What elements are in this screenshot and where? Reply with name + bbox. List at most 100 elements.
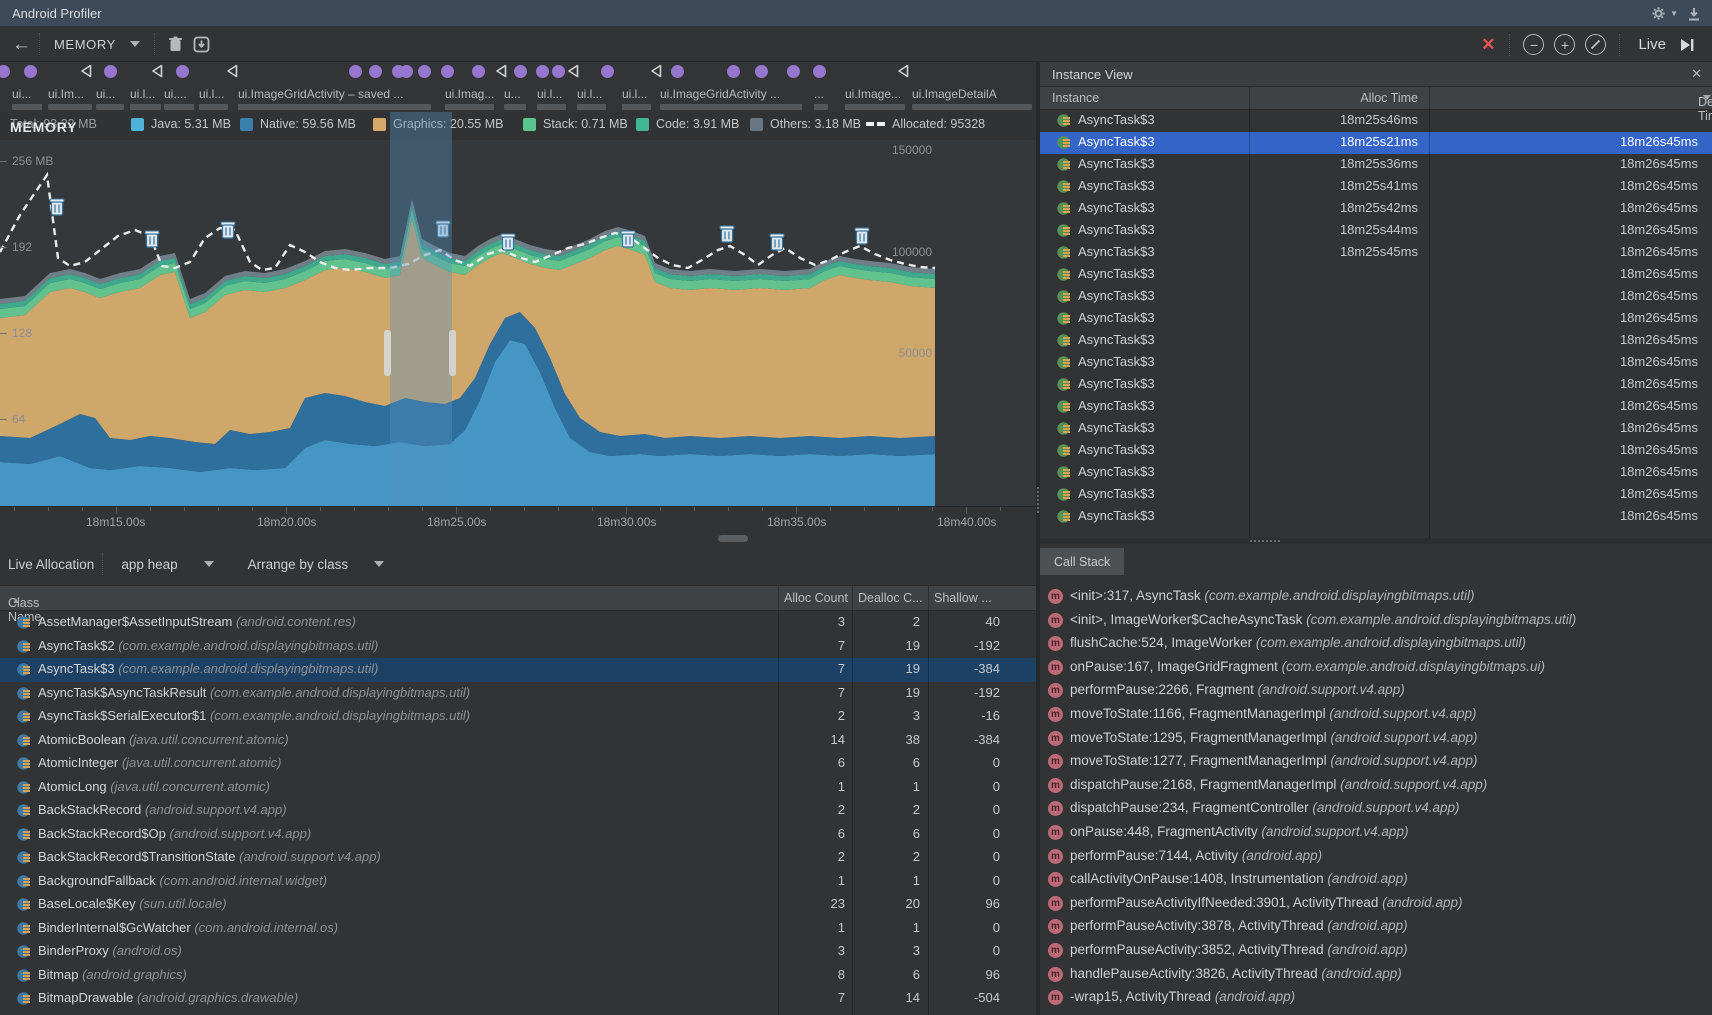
horizontal-splitter[interactable] (1040, 538, 1712, 544)
table-row[interactable]: BackgroundFallback (com.android.internal… (0, 870, 1036, 894)
call-stack-frame[interactable]: mperformPauseActivity:3878, ActivityThre… (1040, 915, 1712, 939)
call-stack-frame[interactable]: mdispatchPause:2168, FragmentManagerImpl… (1040, 774, 1712, 798)
instance-table-header[interactable]: Instance Alloc Time Dealloc Time (1040, 87, 1712, 110)
heap-dump-button[interactable] (189, 32, 215, 56)
class-icon (1056, 355, 1072, 376)
arrange-select[interactable]: Arrange by class (238, 557, 395, 572)
table-row[interactable]: AsyncTask$318m26s45ms (1040, 506, 1712, 528)
table-row[interactable]: AsyncTask$318m26s45ms (1040, 462, 1712, 484)
table-row[interactable]: AsyncTask$318m25s21ms18m26s45ms (1040, 132, 1712, 154)
class-table-header[interactable]: Class Name▲ Alloc Count Dealloc C... Sha… (0, 585, 1036, 611)
table-row[interactable]: AtomicInteger (java.util.concurrent.atom… (0, 752, 1036, 776)
table-row[interactable]: AsyncTask$318m25s44ms18m26s45ms (1040, 220, 1712, 242)
selection-handle-left[interactable] (384, 330, 391, 376)
call-stack-frame[interactable]: mperformPauseActivityIfNeeded:3901, Acti… (1040, 892, 1712, 916)
table-row[interactable]: AsyncTask$318m26s45ms (1040, 352, 1712, 374)
activity-lifetime-bar (12, 104, 42, 110)
call-stack-frame[interactable]: monPause:448, FragmentActivity (android.… (1040, 821, 1712, 845)
table-row[interactable]: AsyncTask$318m26s45ms (1040, 330, 1712, 352)
activity-lifetime-bar (238, 104, 431, 110)
call-stack-frame[interactable]: mflushCache:524, ImageWorker (com.exampl… (1040, 632, 1712, 656)
zoom-out-button[interactable]: − (1523, 34, 1544, 55)
table-row[interactable]: AsyncTask$318m26s45ms (1040, 264, 1712, 286)
call-stack-frame[interactable]: m<init>:317, AsyncTask (com.example.andr… (1040, 585, 1712, 609)
x-axis-tick (796, 507, 797, 514)
gc-trash-button[interactable] (163, 32, 189, 56)
table-row[interactable]: BackStackRecord$Op (android.support.v4.a… (0, 823, 1036, 847)
touch-event-dot (104, 65, 117, 78)
call-stack-frame[interactable]: m-wrap15, ActivityThread (android.app) (1040, 986, 1712, 1010)
call-stack-frame[interactable]: mperformPause:7144, Activity (android.ap… (1040, 845, 1712, 869)
activity-label: u... (504, 87, 521, 102)
gc-event-icon (221, 222, 235, 238)
download-icon[interactable] (1686, 6, 1702, 22)
call-stack-frame[interactable]: mperformPauseActivity:3852, ActivityThre… (1040, 939, 1712, 963)
call-stack-frame[interactable]: monPause:167, ImageGridFragment (com.exa… (1040, 656, 1712, 680)
shallow-size-cell: 0 (940, 802, 1000, 817)
gear-icon[interactable] (1650, 6, 1666, 22)
instance-name-cell: AsyncTask$3 (1078, 134, 1155, 149)
call-stack-frame[interactable]: mperformPause:2266, Fragment (android.su… (1040, 679, 1712, 703)
table-row[interactable]: BinderProxy (android.os)330 (0, 940, 1036, 964)
timeline-scrollbar-thumb[interactable] (718, 535, 748, 542)
table-row[interactable]: AsyncTask$318m26s45ms (1040, 440, 1712, 462)
table-row[interactable]: AssetManager$AssetInputStream (android.c… (0, 611, 1036, 635)
table-row[interactable]: AsyncTask$318m26s45ms (1040, 286, 1712, 308)
table-row[interactable]: BitmapDrawable (android.graphics.drawabl… (0, 987, 1036, 1011)
call-stack-frame[interactable]: m<init>, ImageWorker$CacheAsyncTask (com… (1040, 609, 1712, 633)
close-icon[interactable]: ✕ (1691, 66, 1702, 82)
table-row[interactable]: AsyncTask$318m26s45ms (1040, 374, 1712, 396)
dealloc-time-cell: 18m26s45ms (1620, 332, 1698, 347)
table-row[interactable]: AsyncTask$318m26s45ms (1040, 396, 1712, 418)
heap-select[interactable]: app heap (111, 557, 223, 572)
instance-name-cell: AsyncTask$3 (1078, 376, 1155, 391)
selection-handle-right[interactable] (449, 330, 456, 376)
table-row[interactable]: BackStackRecord (android.support.v4.app)… (0, 799, 1036, 823)
call-stack-frame[interactable]: mmoveToState:1277, FragmentManagerImpl (… (1040, 750, 1712, 774)
method-icon: m (1048, 801, 1063, 816)
table-row[interactable]: AsyncTask$318m26s45ms (1040, 418, 1712, 440)
table-row[interactable]: AsyncTask$318m25s36ms18m26s45ms (1040, 154, 1712, 176)
table-row[interactable]: AsyncTask$318m25s45ms18m26s45ms (1040, 242, 1712, 264)
dealloc-time-cell: 18m26s45ms (1620, 508, 1698, 523)
call-stack-frame[interactable]: mdispatchPause:234, FragmentController (… (1040, 797, 1712, 821)
call-stack-frame[interactable]: mcallActivityOnPause:1408, Instrumentati… (1040, 868, 1712, 892)
live-button[interactable]: Live (1638, 36, 1666, 53)
legend-label: Native: 59.56 MB (260, 117, 356, 131)
back-button[interactable]: ← (12, 35, 31, 54)
gc-event-icon (621, 231, 635, 247)
tab-call-stack[interactable]: Call Stack (1040, 548, 1124, 575)
table-row[interactable]: AsyncTask$AsyncTaskResult (com.example.a… (0, 682, 1036, 706)
table-row[interactable]: BinderInternal$GcWatcher (com.android.in… (0, 917, 1036, 941)
call-stack-frame[interactable]: mhandlePauseActivity:3826, ActivityThrea… (1040, 963, 1712, 987)
table-row[interactable]: AsyncTask$318m26s45ms (1040, 484, 1712, 506)
memory-chart[interactable]: 256 MB1921286415000010000050000 (0, 140, 1036, 506)
table-row[interactable]: BaseLocale$Key (sun.util.locale)232096 (0, 893, 1036, 917)
call-stack-frame[interactable]: mmoveToState:1166, FragmentManagerImpl (… (1040, 703, 1712, 727)
table-row[interactable]: AtomicLong (java.util.concurrent.atomic)… (0, 776, 1036, 800)
method-icon: m (1048, 919, 1063, 934)
table-row[interactable]: AsyncTask$318m26s45ms (1040, 308, 1712, 330)
zoom-in-button[interactable]: + (1554, 34, 1575, 55)
table-row[interactable]: AsyncTask$2 (com.example.android.display… (0, 635, 1036, 659)
activity-label: ui.Imag... (445, 87, 494, 102)
table-row[interactable]: AsyncTask$318m25s46ms (1040, 110, 1712, 132)
dealloc-count-cell: 20 (860, 896, 920, 911)
table-row[interactable]: AsyncTask$SerialExecutor$1 (com.example.… (0, 705, 1036, 729)
table-row[interactable]: Bitmap (android.graphics)8696 (0, 964, 1036, 988)
gear-dropdown-caret[interactable]: ▼ (1670, 9, 1678, 18)
table-row[interactable]: BackStackRecord$TransitionState (android… (0, 846, 1036, 870)
x-axis-tick (286, 507, 287, 514)
method-icon: m (1048, 636, 1063, 651)
close-session-button[interactable]: ✕ (1475, 35, 1501, 55)
reset-zoom-button[interactable] (1585, 34, 1606, 55)
go-to-live-icon[interactable] (1674, 33, 1700, 57)
call-stack-frame[interactable]: mmoveToState:1295, FragmentManagerImpl (… (1040, 727, 1712, 751)
profiler-type-dropdown[interactable]: MEMORY (48, 37, 146, 52)
table-row[interactable]: AtomicBoolean (java.util.concurrent.atom… (0, 729, 1036, 753)
x-axis-tick (218, 507, 219, 511)
table-row[interactable]: AsyncTask$3 (com.example.android.display… (0, 658, 1036, 682)
method-icon: m (1048, 754, 1063, 769)
table-row[interactable]: AsyncTask$318m25s42ms18m26s45ms (1040, 198, 1712, 220)
table-row[interactable]: AsyncTask$318m25s41ms18m26s45ms (1040, 176, 1712, 198)
